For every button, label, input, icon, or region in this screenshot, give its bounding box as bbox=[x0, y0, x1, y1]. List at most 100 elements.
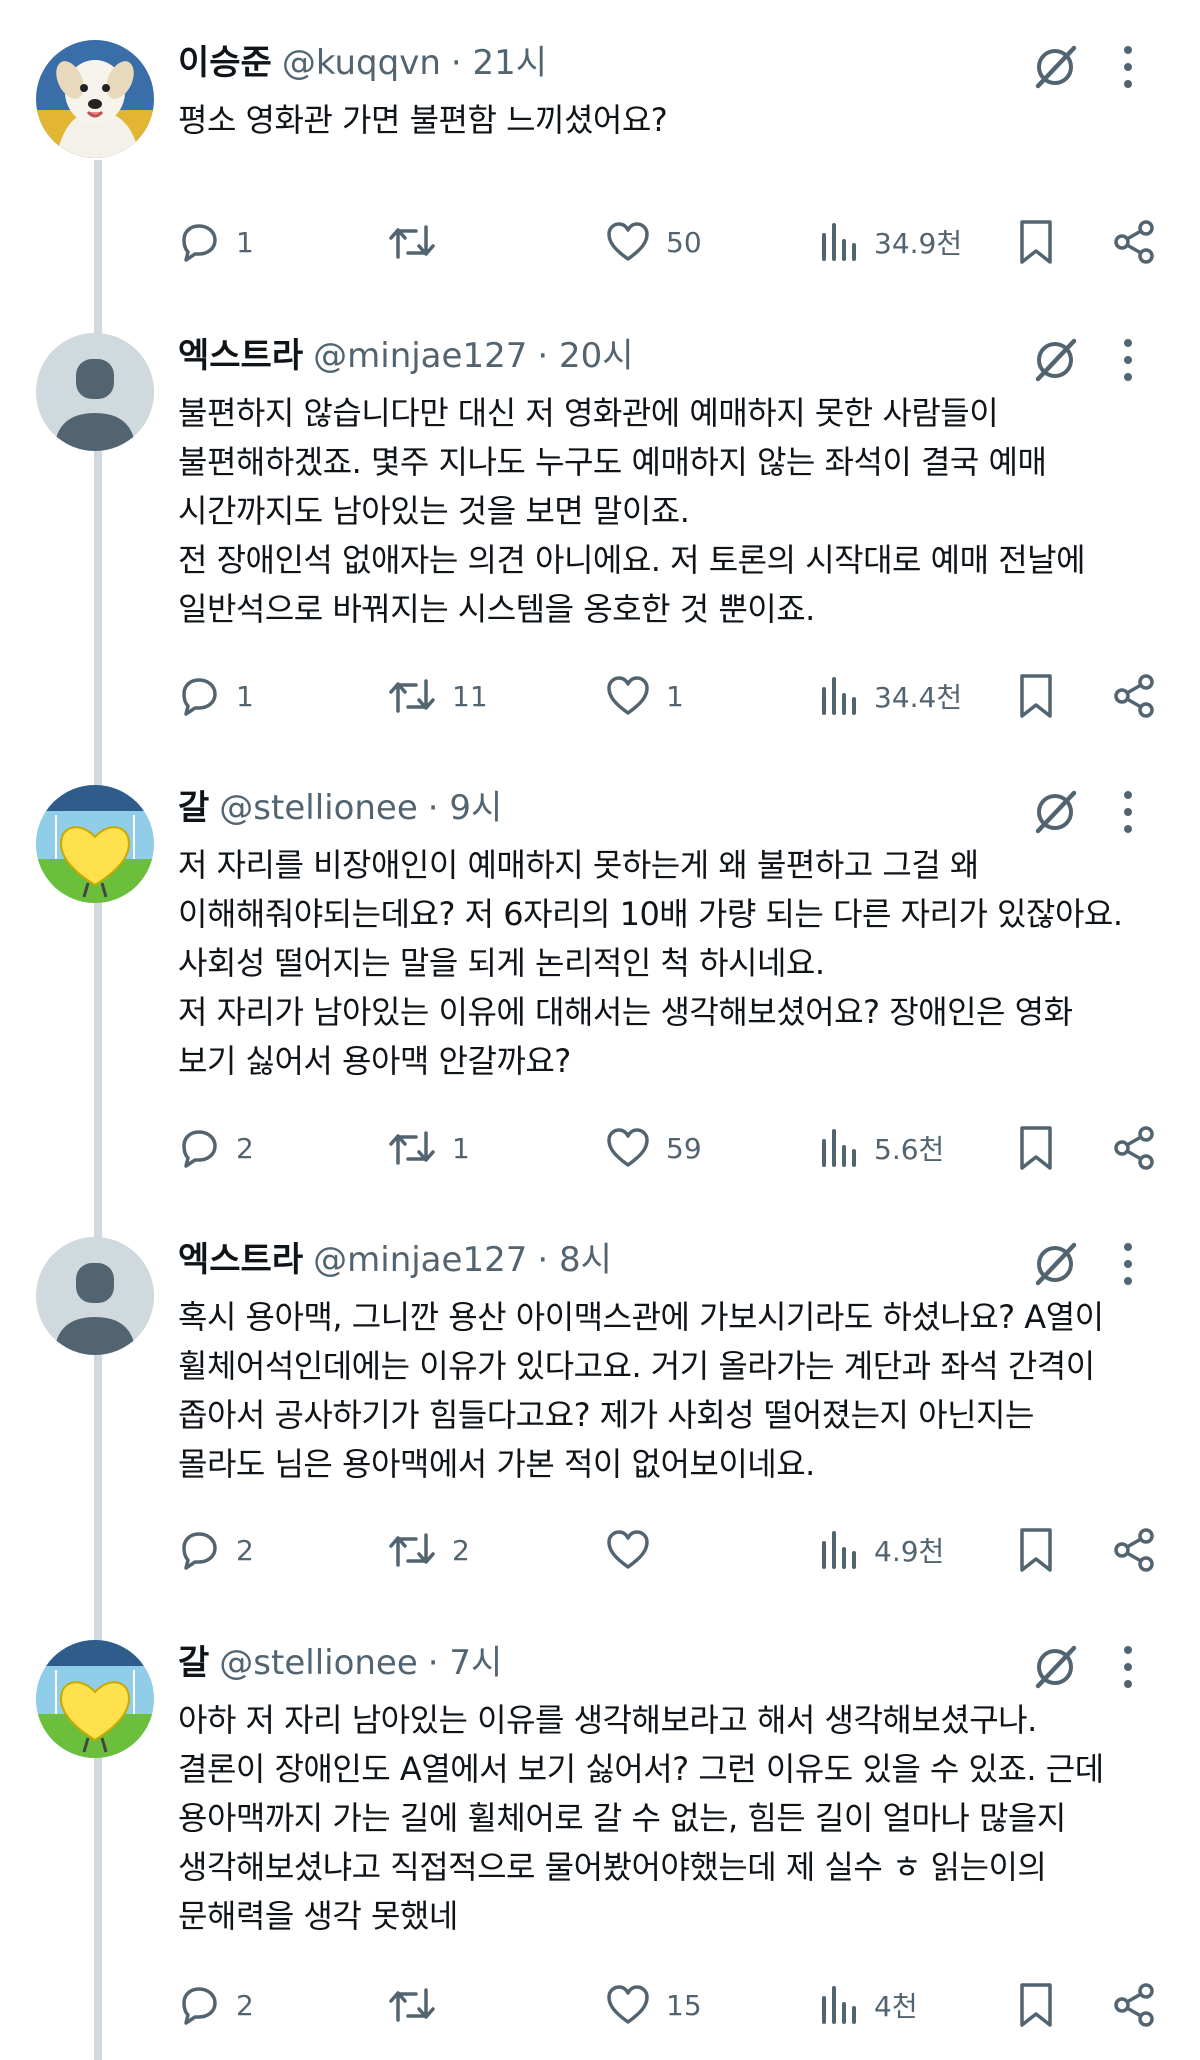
reply-icon bbox=[182, 1532, 217, 1570]
display-name[interactable]: 이승준 bbox=[178, 38, 272, 88]
like-button[interactable]: 59 bbox=[604, 1118, 702, 1178]
bookmark-button[interactable] bbox=[1016, 212, 1056, 272]
tweet-text: 평소 영화관 가면 불편함 느끼셨어요? bbox=[178, 101, 668, 139]
avatar[interactable] bbox=[36, 1237, 154, 1355]
bookmark-icon bbox=[1020, 1983, 1052, 2027]
more-options-icon[interactable] bbox=[1120, 42, 1136, 92]
retweet-icon bbox=[389, 225, 435, 259]
bookmark-icon bbox=[1020, 1528, 1052, 1572]
action-bar: 1 50 34.9천 bbox=[0, 212, 1200, 272]
timestamp[interactable]: · 7시 bbox=[428, 1638, 503, 1688]
heart-character-icon bbox=[36, 785, 154, 903]
grok-icon[interactable] bbox=[1030, 335, 1080, 385]
display-name[interactable]: 갈 bbox=[178, 783, 209, 833]
handle[interactable]: @kuqqvn bbox=[282, 38, 441, 88]
bookmark-button[interactable] bbox=[1016, 1118, 1056, 1178]
heart-character-icon bbox=[36, 1640, 154, 1758]
default-profile-icon bbox=[36, 333, 154, 451]
retweet-button[interactable]: 1 bbox=[386, 1118, 470, 1178]
reply-count: 2 bbox=[236, 1988, 254, 2022]
share-button[interactable] bbox=[1110, 1118, 1158, 1178]
reply-button[interactable]: 2 bbox=[176, 1520, 254, 1580]
views-button[interactable]: 4.9천 bbox=[818, 1520, 944, 1580]
display-name[interactable]: 엑스트라 bbox=[178, 331, 303, 381]
default-profile-icon bbox=[36, 1237, 154, 1355]
timestamp[interactable]: · 9시 bbox=[428, 783, 503, 833]
view-count: 34.4천 bbox=[874, 681, 963, 714]
avatar[interactable] bbox=[36, 1640, 154, 1758]
grok-icon[interactable] bbox=[1030, 1642, 1080, 1692]
handle[interactable]: @minjae127 bbox=[313, 1235, 527, 1285]
share-button[interactable] bbox=[1110, 1975, 1158, 2035]
views-icon bbox=[822, 677, 856, 715]
avatar[interactable] bbox=[36, 785, 154, 903]
reply-button[interactable]: 2 bbox=[176, 1118, 254, 1178]
tweet-header: 이승준 @kuqqvn · 21시 bbox=[178, 38, 547, 88]
bookmark-button[interactable] bbox=[1016, 1975, 1056, 2035]
tweet-header: 엑스트라 @minjae127 · 8시 bbox=[178, 1235, 612, 1285]
heart-icon bbox=[607, 222, 649, 261]
grok-icon[interactable] bbox=[1030, 42, 1080, 92]
reply-button[interactable]: 1 bbox=[176, 666, 254, 726]
bookmark-button[interactable] bbox=[1016, 1520, 1056, 1580]
like-button[interactable]: 50 bbox=[604, 212, 702, 272]
display-name[interactable]: 엑스트라 bbox=[178, 1235, 303, 1285]
handle[interactable]: @stellionee bbox=[219, 1638, 418, 1688]
reply-icon bbox=[182, 224, 217, 262]
more-options-icon[interactable] bbox=[1120, 1642, 1136, 1692]
like-button[interactable] bbox=[604, 1520, 666, 1580]
reply-count: 1 bbox=[236, 225, 254, 259]
action-bar: 1 11 1 34.4천 bbox=[0, 666, 1200, 726]
like-button[interactable]: 15 bbox=[604, 1975, 702, 2035]
views-icon bbox=[822, 1986, 856, 2024]
retweet-icon bbox=[389, 1533, 435, 1567]
retweet-button[interactable] bbox=[386, 1975, 452, 2035]
grok-icon[interactable] bbox=[1030, 1239, 1080, 1289]
retweet-count: 1 bbox=[452, 1131, 470, 1165]
reply-count: 2 bbox=[236, 1131, 254, 1165]
retweet-button[interactable]: 11 bbox=[386, 666, 488, 726]
like-count: 15 bbox=[666, 1988, 702, 2022]
more-options-icon[interactable] bbox=[1120, 335, 1136, 385]
like-button[interactable]: 1 bbox=[604, 666, 684, 726]
display-name[interactable]: 갈 bbox=[178, 1638, 209, 1688]
heart-icon bbox=[607, 1128, 649, 1167]
reply-button[interactable]: 2 bbox=[176, 1975, 254, 2035]
tweet-text: 아하 저 자리 남아있는 이유를 생각해보라고 해서 생각해보셨구나. 결론이 … bbox=[178, 1701, 1104, 1935]
handle[interactable]: @stellionee bbox=[219, 783, 418, 833]
avatar[interactable] bbox=[36, 40, 154, 158]
action-bar: 2 15 4천 bbox=[0, 1975, 1200, 2035]
handle[interactable]: @minjae127 bbox=[313, 331, 527, 381]
bookmark-button[interactable] bbox=[1016, 666, 1056, 726]
reply-count: 2 bbox=[236, 1533, 254, 1567]
tweet-text: 혹시 용아맥, 그니깐 용산 아이맥스관에 가보시기라도 하셨나요? A열이 휠… bbox=[178, 1298, 1104, 1483]
view-count: 5.6천 bbox=[874, 1133, 945, 1166]
more-options-icon[interactable] bbox=[1120, 1239, 1136, 1289]
views-button[interactable]: 34.9천 bbox=[818, 212, 962, 272]
heart-icon bbox=[607, 1530, 649, 1569]
share-button[interactable] bbox=[1110, 212, 1158, 272]
views-button[interactable]: 34.4천 bbox=[818, 666, 962, 726]
views-button[interactable]: 4천 bbox=[818, 1975, 918, 2035]
retweet-button[interactable] bbox=[386, 212, 452, 272]
share-button[interactable] bbox=[1110, 1520, 1158, 1580]
timestamp[interactable]: · 21시 bbox=[451, 38, 547, 88]
tweet-header: 엑스트라 @minjae127 · 20시 bbox=[178, 331, 634, 381]
retweet-icon bbox=[389, 1988, 435, 2022]
bookmark-icon bbox=[1020, 1126, 1052, 1170]
view-count: 34.9천 bbox=[874, 227, 963, 260]
views-icon bbox=[822, 223, 856, 261]
tweet-text: 저 자리를 비장애인이 예매하지 못하는게 왜 불편하고 그걸 왜 이해해줘야되… bbox=[178, 846, 1123, 1080]
timestamp[interactable]: · 20시 bbox=[537, 331, 633, 381]
timestamp[interactable]: · 8시 bbox=[537, 1235, 612, 1285]
views-button[interactable]: 5.6천 bbox=[818, 1118, 944, 1178]
reply-button[interactable]: 1 bbox=[176, 212, 254, 272]
avatar[interactable] bbox=[36, 333, 154, 451]
share-button[interactable] bbox=[1110, 666, 1158, 726]
retweet-button[interactable]: 2 bbox=[386, 1520, 470, 1580]
share-icon bbox=[1114, 220, 1154, 264]
grok-icon[interactable] bbox=[1030, 787, 1080, 837]
heart-icon bbox=[607, 676, 649, 715]
view-count: 4천 bbox=[874, 1990, 918, 2023]
more-options-icon[interactable] bbox=[1120, 787, 1136, 837]
